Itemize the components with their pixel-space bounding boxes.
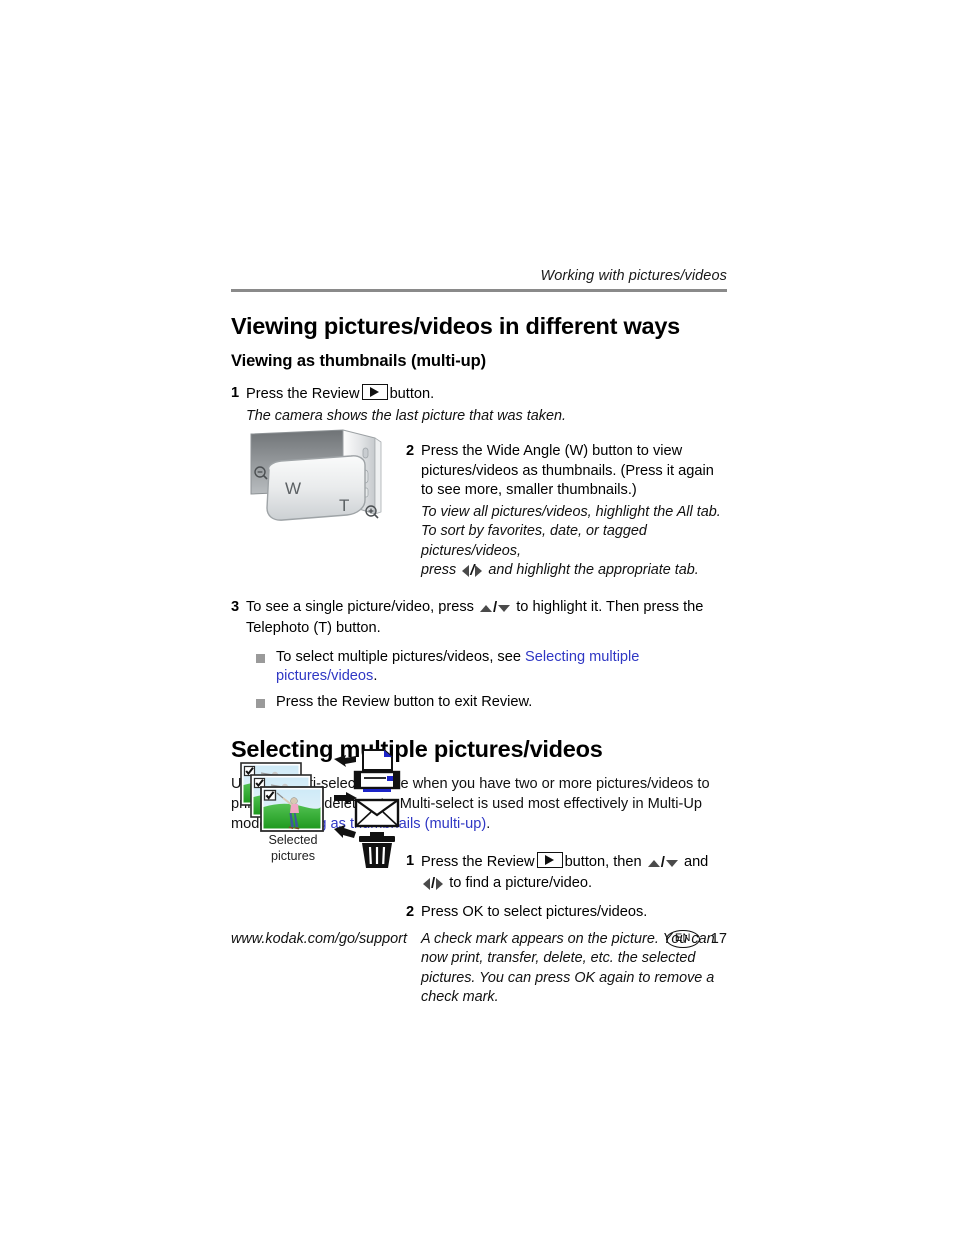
step-number: 2 xyxy=(406,904,415,921)
step-2-selecting: 2 Press OK to select pictures/videos. xyxy=(406,903,727,923)
step-3-text-before-arrows: To see a single picture/video, press xyxy=(246,599,474,616)
step-text: Press the Wide Angle (W) button to view … xyxy=(421,443,714,499)
step-2-column: 2 Press the Wide Angle (W) button to vie… xyxy=(406,440,727,583)
step-text-d: to find a picture/video. xyxy=(449,874,593,891)
step-text-c: and xyxy=(683,854,709,871)
square-bullet-icon xyxy=(256,698,265,708)
list-item: To select multiple pictures/videos, see … xyxy=(256,648,727,687)
zoom-tele-label: T xyxy=(339,496,349,515)
selected-pictures-caption: Selected pictures xyxy=(248,832,338,864)
camera-illustration: W T xyxy=(247,428,387,540)
document-page: Working with pictures/videos Viewing pic… xyxy=(0,0,954,1235)
support-url[interactable]: www.kodak.com/go/support xyxy=(231,931,407,947)
review-button-icon xyxy=(536,852,563,869)
header-rule xyxy=(231,289,727,292)
step-2-note-line-2: To sort by favorites, date, or tagged pi… xyxy=(421,523,647,559)
running-header: Working with pictures/videos xyxy=(540,268,727,284)
arrow-up-icon xyxy=(480,605,493,613)
bullet-text: To select multiple pictures/videos, see … xyxy=(276,648,727,687)
list-item: Press the Review button to exit Review. xyxy=(256,693,727,713)
envelope-icon xyxy=(354,798,400,828)
step-text: Press OK to select pictures/videos. xyxy=(421,904,648,921)
note-text-after-arrows: and highlight the appropriate tab. xyxy=(488,562,699,578)
step-1-note-row: The camera shows the last picture that w… xyxy=(231,407,727,426)
printer-icon xyxy=(353,749,401,792)
step-text-b: button, then xyxy=(564,854,642,871)
step-2-note-row: To view all pictures/videos, highlight t… xyxy=(406,503,727,582)
zoom-wide-label: W xyxy=(285,479,301,498)
step-text: Press the Review button, then / and / to … xyxy=(421,852,727,894)
left-right-arrows-icon: / xyxy=(423,874,444,895)
bullet-text-after-link: . xyxy=(373,668,378,685)
page-number: 17 xyxy=(710,931,727,947)
footer-right-group: EN 17 xyxy=(665,930,727,948)
action-icons-svg xyxy=(353,749,401,868)
step-number: 2 xyxy=(406,443,415,459)
arrow-up-icon xyxy=(647,859,660,867)
page-footer: www.kodak.com/go/support EN 17 xyxy=(231,930,727,948)
review-button-icon xyxy=(361,384,388,400)
up-down-arrows-icon: / xyxy=(647,853,678,874)
step-3-viewing: 3 To see a single picture/video, press /… xyxy=(231,598,727,638)
subsection-title-thumbnails: Viewing as thumbnails (multi-up) xyxy=(231,352,487,370)
step-number: 3 xyxy=(231,599,240,616)
step-1-note: The camera shows the last picture that w… xyxy=(246,407,566,424)
arrow-down-icon xyxy=(665,859,678,867)
arrow-right-icon xyxy=(475,565,483,578)
step-2-note-line-1: To view all pictures/videos, highlight t… xyxy=(421,503,721,520)
caption-line-2: pictures xyxy=(270,849,316,863)
step-2-viewing: 2 Press the Wide Angle (W) button to vie… xyxy=(406,442,727,501)
arrow-right-icon xyxy=(436,877,444,890)
square-bullet-icon xyxy=(256,653,265,663)
arrow-down-icon xyxy=(498,605,511,613)
bullet-text: Press the Review button to exit Review. xyxy=(276,693,533,710)
caption-line-1: Selected xyxy=(268,833,318,847)
step-text-before-icon: Press the Review xyxy=(246,386,360,402)
language-badge: EN xyxy=(665,930,700,948)
step-1-viewing: 1 Press the Review button. xyxy=(231,384,727,405)
up-down-arrows-icon: / xyxy=(480,598,511,619)
action-icons-column xyxy=(350,748,404,875)
intro-text-after-link: . xyxy=(486,815,491,832)
camera-svg: W T xyxy=(250,429,382,521)
step-text: To see a single picture/video, press / t… xyxy=(246,598,727,638)
step-text-after-icon: button. xyxy=(389,386,435,402)
left-right-arrows-icon: / xyxy=(462,561,483,581)
note-text-before-arrows: press xyxy=(421,562,457,578)
bullet-list: To select multiple pictures/videos, see … xyxy=(256,648,727,713)
step-number: 1 xyxy=(231,385,240,401)
section-title-viewing: Viewing pictures/videos in different way… xyxy=(231,313,680,339)
step-2-note-line-3: press / and highlight the appropriate ta… xyxy=(421,561,727,581)
step-text: Press the Review button. xyxy=(246,384,727,405)
arrow-left-icon xyxy=(423,877,430,890)
step-1-selecting: 1 Press the Review button, then / and / t… xyxy=(406,852,727,894)
step-text-a: Press the Review xyxy=(421,854,535,871)
content-column: Working with pictures/videos Viewing pic… xyxy=(231,268,727,1010)
trash-icon xyxy=(359,832,395,868)
bullet-text-before-link: To select multiple pictures/videos, see xyxy=(276,648,526,665)
thumbnail-front xyxy=(260,786,324,832)
